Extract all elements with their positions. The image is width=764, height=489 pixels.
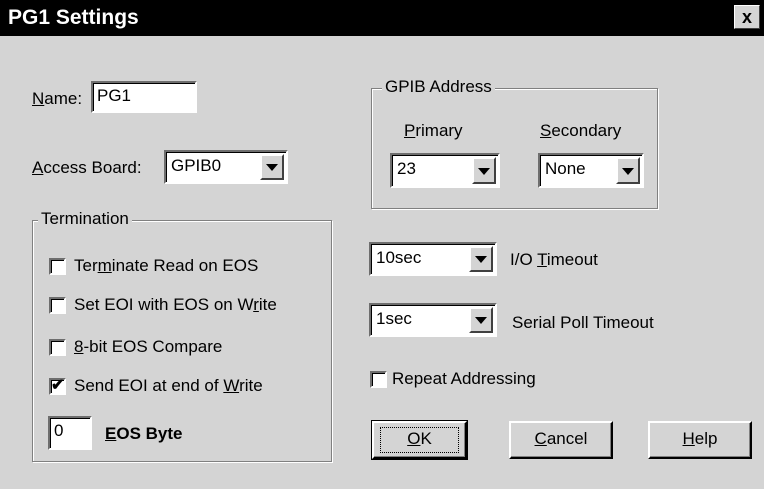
name-label: Name: xyxy=(32,89,83,108)
eos-byte-input[interactable]: 0 xyxy=(48,416,92,450)
secondary-label: Secondary xyxy=(540,121,622,140)
close-icon: x xyxy=(741,7,752,27)
dropdown-arrow-icon[interactable] xyxy=(260,154,284,180)
io-timeout-label: I/O Timeout xyxy=(510,250,598,269)
send-eoi-checkbox[interactable]: ✔ xyxy=(49,377,66,395)
terminate-read-label[interactable]: Terminate Read on EOS xyxy=(74,256,258,276)
checkmark-icon: ✔ xyxy=(51,377,65,394)
eos-byte-label: EOS Byte xyxy=(105,424,183,443)
serial-poll-timeout-value: 1sec xyxy=(376,309,412,328)
dropdown-arrow-icon[interactable] xyxy=(616,157,640,184)
gpib-address-group xyxy=(371,88,658,209)
settings-dialog: PG1 Settings x Name: PG1 Access Board: G… xyxy=(0,0,764,489)
gpib-address-legend: GPIB Address xyxy=(382,77,495,97)
repeat-addressing-label[interactable]: Repeat Addressing xyxy=(392,369,536,389)
primary-label: Primary xyxy=(404,121,463,140)
access-board-value: GPIB0 xyxy=(171,156,222,175)
close-button[interactable]: x xyxy=(734,5,760,29)
send-eoi-label[interactable]: Send EOI at end of Write xyxy=(74,376,263,396)
ok-button[interactable]: OK xyxy=(371,420,468,460)
dropdown-arrow-icon[interactable] xyxy=(472,157,496,184)
primary-value: 23 xyxy=(397,159,416,178)
set-eoi-label[interactable]: Set EOI with EOS on Write xyxy=(74,295,277,315)
secondary-value: None xyxy=(545,159,586,178)
io-timeout-select[interactable]: 10sec xyxy=(369,242,497,276)
dropdown-arrow-icon[interactable] xyxy=(469,307,493,333)
dialog-title: PG1 Settings xyxy=(8,6,139,29)
termination-legend: Termination xyxy=(38,209,132,229)
8bit-eos-checkbox[interactable] xyxy=(49,339,66,356)
repeat-addressing-checkbox[interactable] xyxy=(370,371,387,388)
primary-select[interactable]: 23 xyxy=(390,153,500,188)
title-bar: PG1 Settings x xyxy=(0,0,764,36)
secondary-select[interactable]: None xyxy=(538,153,644,188)
focus-rect xyxy=(380,427,459,453)
serial-poll-timeout-select[interactable]: 1sec xyxy=(369,303,497,337)
cancel-button[interactable]: Cancel xyxy=(509,421,613,459)
set-eoi-checkbox[interactable] xyxy=(49,297,66,314)
access-board-label: Access Board: xyxy=(32,158,142,177)
terminate-read-checkbox[interactable] xyxy=(49,258,66,275)
serial-poll-timeout-label: Serial Poll Timeout xyxy=(512,313,654,332)
name-input[interactable]: PG1 xyxy=(91,81,197,113)
io-timeout-value: 10sec xyxy=(376,248,422,267)
help-button[interactable]: Help xyxy=(648,421,752,459)
8bit-eos-label[interactable]: 8-bit EOS Compare xyxy=(74,337,222,357)
dropdown-arrow-icon[interactable] xyxy=(469,246,493,272)
access-board-select[interactable]: GPIB0 xyxy=(164,150,288,184)
